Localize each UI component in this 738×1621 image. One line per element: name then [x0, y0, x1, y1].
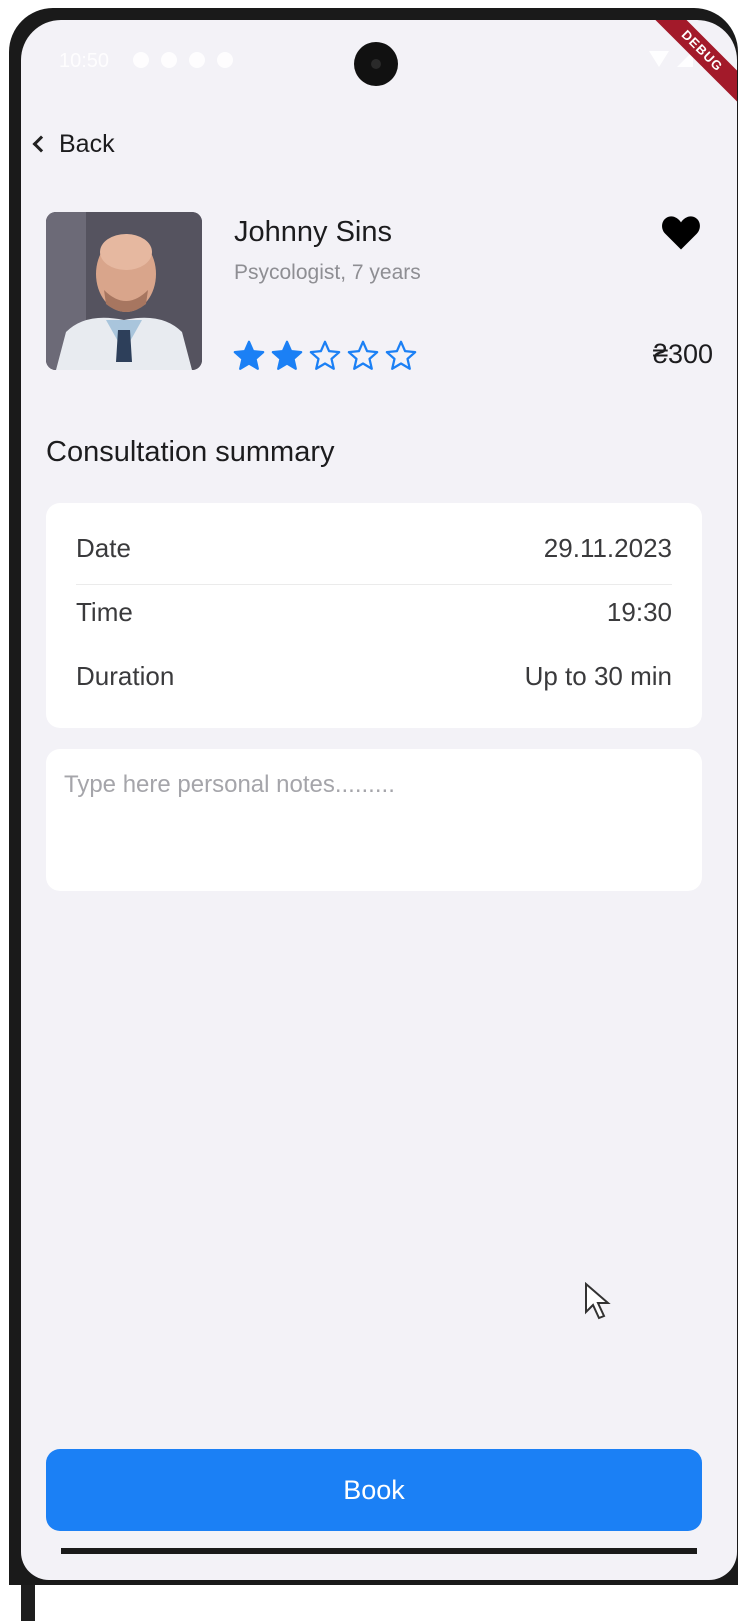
notification-icon: [217, 52, 233, 68]
home-indicator: [61, 1548, 697, 1554]
wifi-icon: [649, 51, 669, 67]
summary-value: 19:30: [606, 597, 672, 627]
heart-icon[interactable]: [660, 212, 702, 252]
back-button[interactable]: Back: [21, 124, 115, 164]
notification-icon: [161, 52, 177, 68]
mouse-cursor-icon: [585, 1282, 611, 1320]
summary-label: Time: [76, 597, 133, 627]
notification-icon: [133, 52, 149, 68]
star-outline-icon: [385, 340, 417, 370]
notification-icons: [133, 52, 233, 68]
star-filled-icon: [271, 340, 303, 370]
status-time: 10:50: [59, 50, 110, 72]
section-title: Consultation summary: [46, 436, 335, 468]
device-frame: 10:50 DEBUG Back Johnny Sins Psycologist…: [9, 8, 738, 1621]
summary-label: Date: [76, 533, 131, 563]
front-camera: [354, 42, 398, 86]
summary-row-duration: Duration Up to 30 min: [76, 661, 672, 692]
summary-card: Date 29.11.2023 Time 19:30 Duration Up t…: [46, 503, 702, 728]
summary-value: Up to 30 min: [524, 661, 672, 691]
back-label: Back: [59, 129, 115, 158]
star-outline-icon: [347, 340, 379, 370]
app-screen: 10:50 DEBUG Back Johnny Sins Psycologist…: [21, 20, 737, 1580]
consultation-price: ₴300: [652, 339, 713, 369]
summary-label: Duration: [76, 661, 175, 691]
doctor-specialty: Psycologist, 7 years: [234, 261, 421, 284]
divider: [76, 584, 672, 585]
summary-row-date: Date 29.11.2023: [76, 533, 672, 564]
summary-row-time: Time 19:30: [76, 597, 672, 628]
doctor-name: Johnny Sins: [234, 216, 392, 248]
summary-value: 29.11.2023: [543, 533, 672, 563]
star-filled-icon: [233, 340, 265, 370]
personal-notes-input[interactable]: [46, 749, 702, 891]
chevron-left-icon: [32, 135, 50, 153]
notification-icon: [189, 52, 205, 68]
doctor-avatar: [46, 212, 202, 370]
bottom-strip: [9, 1585, 738, 1621]
frame-edge: [21, 1585, 35, 1621]
status-bar: 10:50 DEBUG: [21, 20, 737, 112]
star-outline-icon: [309, 340, 341, 370]
book-button[interactable]: Book: [46, 1449, 702, 1531]
rating-stars: [232, 339, 418, 373]
